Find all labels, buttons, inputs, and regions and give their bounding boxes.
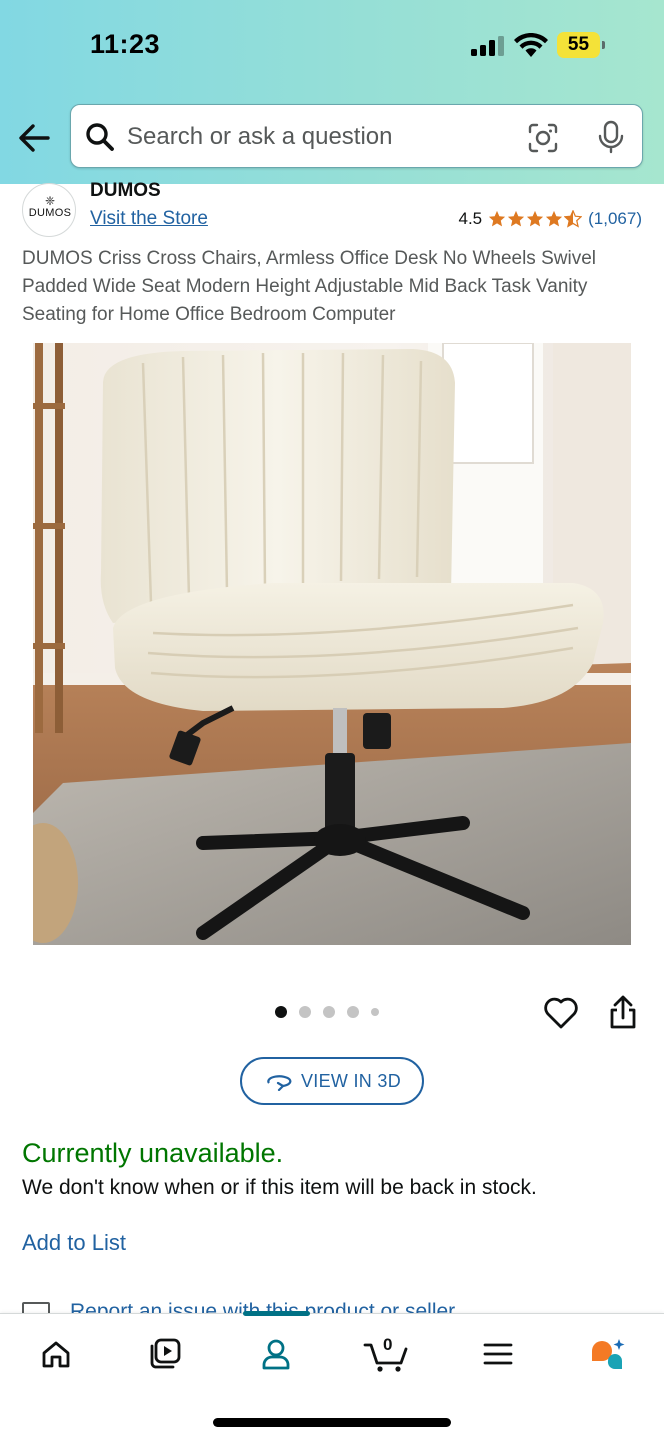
rating-value: 4.5 [458, 209, 483, 228]
nav-menu[interactable] [473, 1334, 523, 1374]
rating-stars [488, 210, 583, 228]
star-full-icon [527, 210, 544, 227]
wifi-icon [514, 33, 548, 57]
rating-summary[interactable]: 4.5 (1,067) [458, 209, 642, 229]
status-time: 11:23 [90, 29, 161, 59]
star-full-icon [508, 210, 525, 227]
cart-count: 0 [383, 1335, 393, 1354]
pagination-dot[interactable] [371, 1008, 379, 1016]
account-icon [262, 1339, 290, 1370]
share-icon[interactable] [607, 994, 639, 1030]
back-arrow-icon[interactable] [16, 118, 56, 158]
image-pagination[interactable] [275, 1006, 379, 1018]
stock-note: We don't know when or if this item will … [22, 1176, 537, 1199]
pagination-dot[interactable] [347, 1006, 359, 1018]
nav-video[interactable] [140, 1334, 190, 1374]
brand-logo-mark: ❈ [44, 194, 56, 208]
top-header: 11:23 55 [0, 0, 664, 184]
rating-count-link[interactable]: (1,067) [588, 209, 642, 229]
search-input[interactable] [127, 119, 517, 155]
home-indicator [213, 1418, 451, 1427]
video-icon [150, 1338, 181, 1369]
add-to-list-link[interactable]: Add to List [22, 1230, 126, 1256]
home-icon [42, 1341, 70, 1368]
star-full-icon [546, 210, 563, 227]
cellular-signal-icon [471, 36, 504, 56]
nav-rufus[interactable] [583, 1334, 633, 1374]
rufus-icon [592, 1339, 625, 1370]
pagination-dot[interactable] [299, 1006, 311, 1018]
view-in-3d-button[interactable]: VIEW IN 3D [240, 1057, 424, 1105]
nav-home[interactable] [31, 1334, 81, 1374]
battery-cap [602, 41, 605, 49]
brand-logo-text: DUMOS [28, 207, 72, 219]
battery-indicator: 55 [557, 32, 605, 58]
view-in-3d-label: VIEW IN 3D [300, 1070, 401, 1091]
microphone-icon[interactable] [597, 120, 625, 154]
camera-lens-icon[interactable] [527, 122, 559, 154]
star-half-icon [564, 210, 583, 228]
availability-status: Currently unavailable. [22, 1138, 284, 1168]
brand-name: DUMOS [90, 180, 161, 201]
search-icon[interactable] [85, 122, 115, 152]
nav-active-indicator [243, 1311, 310, 1316]
visit-store-link[interactable]: Visit the Store [90, 208, 208, 230]
search-bar[interactable] [70, 104, 643, 168]
nav-cart[interactable]: 0 [361, 1334, 411, 1374]
report-issue-row[interactable]: Report an issue with this product or sel… [22, 1300, 642, 1314]
nav-account[interactable] [251, 1334, 301, 1374]
brand-logo[interactable]: ❈ DUMOS [22, 183, 76, 237]
star-full-icon [489, 210, 506, 227]
product-image[interactable] [33, 343, 631, 945]
menu-icon [483, 1343, 513, 1365]
product-title: DUMOS Criss Cross Chairs, Armless Office… [22, 248, 596, 325]
heart-icon[interactable] [543, 996, 579, 1030]
rotate-3d-icon [267, 1075, 292, 1091]
pagination-dot[interactable] [323, 1006, 335, 1018]
battery-level: 55 [567, 34, 590, 55]
pagination-dot-active[interactable] [275, 1006, 287, 1018]
